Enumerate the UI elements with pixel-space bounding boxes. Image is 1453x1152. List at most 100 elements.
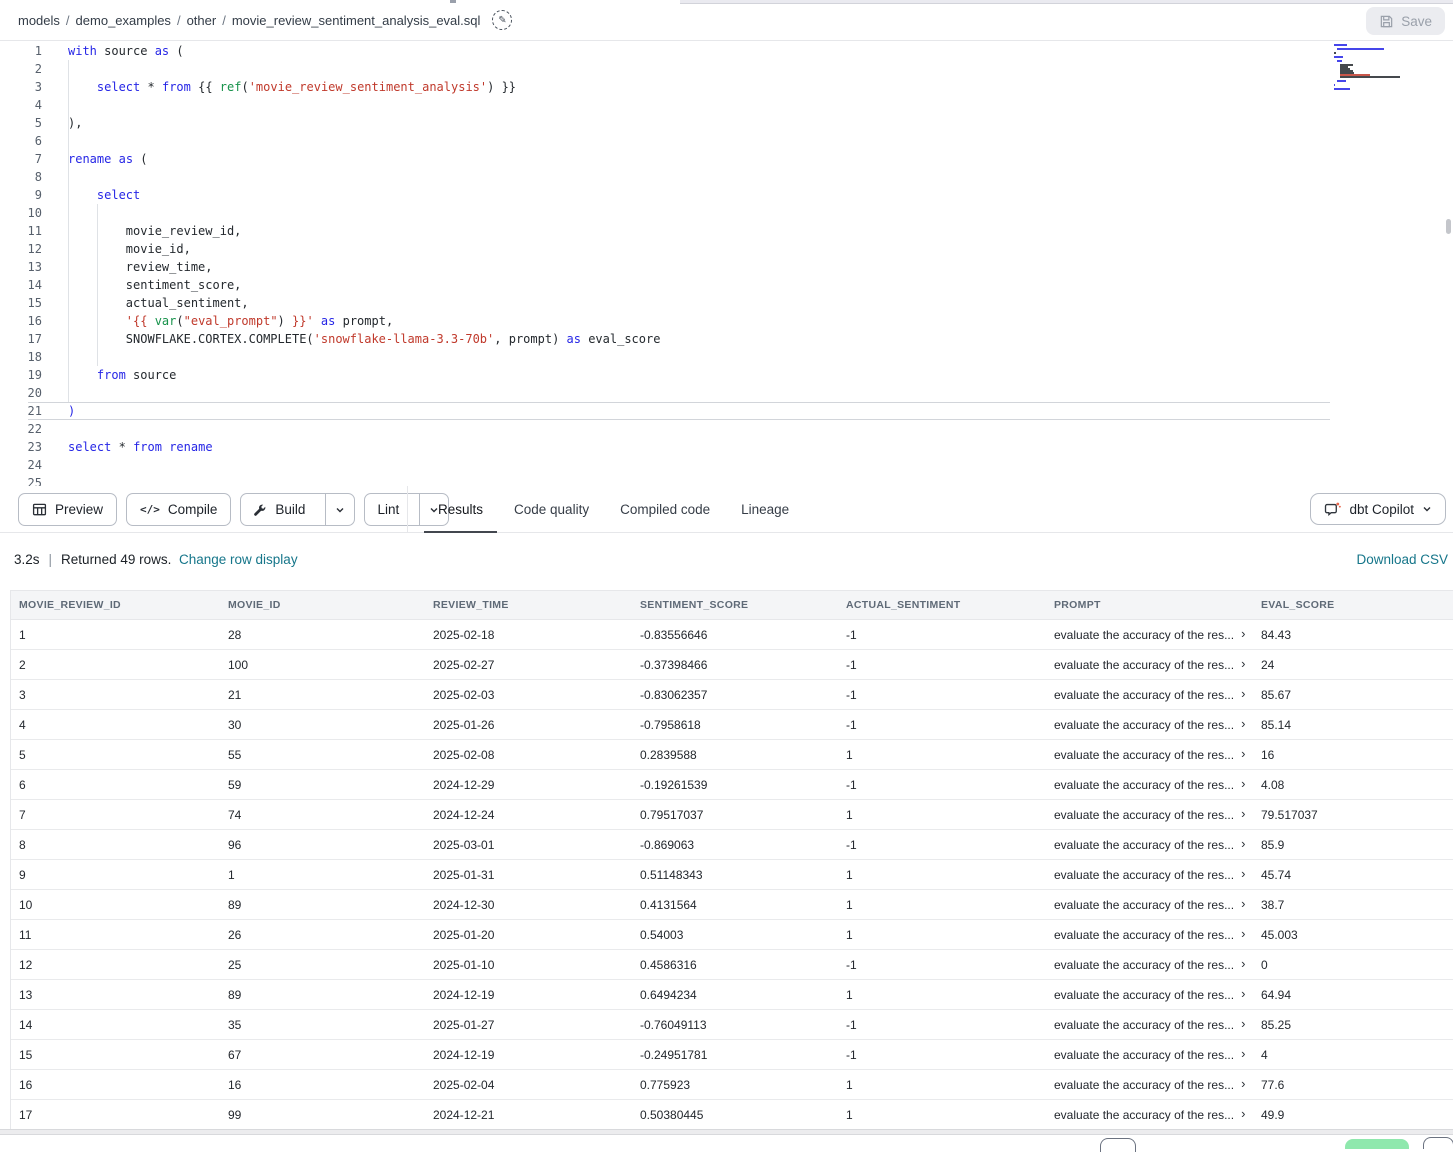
expand-prompt-icon[interactable]: › [1241, 688, 1245, 701]
horizontal-scrollbar[interactable] [0, 1129, 1453, 1135]
code-line[interactable]: with source as ( [68, 42, 1333, 60]
code-line[interactable]: select [68, 186, 1333, 204]
code-line[interactable] [68, 168, 1333, 186]
expand-prompt-icon[interactable]: › [1241, 958, 1245, 971]
code-line[interactable] [68, 420, 1333, 438]
code-content[interactable]: with source as ( select * from {{ ref('m… [68, 42, 1333, 492]
table-cell: 0.2839588 [632, 748, 838, 762]
expand-prompt-icon[interactable]: › [1241, 1048, 1245, 1061]
expand-prompt-icon[interactable]: › [1241, 868, 1245, 881]
dbt-copilot-button[interactable]: dbt Copilot [1310, 493, 1446, 525]
column-header: SENTIMENT_SCORE [632, 599, 838, 611]
table-cell: -0.869063 [632, 838, 838, 852]
prompt-preview-text: evaluate the accuracy of the res... [1054, 808, 1234, 822]
breadcrumb-segment[interactable]: movie_review_sentiment_analysis_eval.sql [232, 13, 481, 28]
expand-prompt-icon[interactable]: › [1241, 748, 1245, 761]
code-line[interactable]: from source [68, 366, 1333, 384]
prompt-preview-text: evaluate the accuracy of the res... [1054, 748, 1234, 762]
prompt-cell: evaluate the accuracy of the res... › [1046, 628, 1253, 642]
code-line[interactable] [68, 96, 1333, 114]
expand-prompt-icon[interactable]: › [1241, 658, 1245, 671]
prompt-cell: evaluate the accuracy of the res...› [1046, 688, 1253, 702]
code-line[interactable]: sentiment_score, [68, 276, 1333, 294]
save-button[interactable]: Save [1366, 7, 1445, 35]
column-header: EVAL_SCORE [1253, 599, 1453, 611]
prompt-preview-text: evaluate the accuracy of the res... [1054, 628, 1234, 642]
line-number: 10 [0, 204, 42, 222]
compile-label: Compile [168, 502, 218, 517]
build-dropdown-toggle[interactable] [325, 494, 354, 525]
breadcrumb-segment[interactable]: demo_examples [76, 13, 171, 28]
line-number: 3 [0, 78, 42, 96]
expand-prompt-icon[interactable]: › [1241, 628, 1245, 641]
table-cell: 45.74 [1253, 868, 1453, 882]
table-cell: 25 [220, 958, 425, 972]
change-row-display-link[interactable]: Change row display [179, 552, 298, 567]
code-line[interactable]: actual_sentiment, [68, 294, 1333, 312]
code-line[interactable]: '{{ var("eval_prompt") }}' as prompt, [68, 312, 1333, 330]
line-number: 22 [0, 420, 42, 438]
table-cell: 1 [838, 1078, 1046, 1092]
code-line[interactable]: ) [68, 402, 1333, 420]
code-line[interactable] [68, 384, 1333, 402]
minimap[interactable] [1334, 44, 1430, 98]
code-line[interactable]: review_time, [68, 258, 1333, 276]
expand-prompt-icon[interactable]: › [1241, 1018, 1245, 1031]
table-row: 17992024-12-210.503804451evaluate the ac… [11, 1100, 1453, 1130]
code-line[interactable]: ), [68, 114, 1333, 132]
lint-button[interactable]: Lint [365, 494, 411, 525]
expand-prompt-icon[interactable]: › [1241, 988, 1245, 1001]
code-line[interactable]: rename as ( [68, 150, 1333, 168]
code-line[interactable] [68, 456, 1333, 474]
prompt-cell: evaluate the accuracy of the res... › [1046, 898, 1253, 912]
prompt-preview-text: evaluate the accuracy of the res... [1054, 898, 1234, 912]
line-number: 24 [0, 456, 42, 474]
prompt-preview-text: evaluate the accuracy of the res... [1054, 718, 1234, 732]
tab-code-quality[interactable]: Code quality [500, 486, 603, 533]
cutoff-button[interactable] [1100, 1138, 1136, 1152]
preview-label: Preview [55, 502, 103, 517]
compile-button[interactable]: </> Compile [126, 493, 231, 526]
expand-prompt-icon[interactable]: › [1241, 808, 1245, 821]
expand-prompt-icon[interactable]: › [1241, 928, 1245, 941]
editor-scrollbar-thumb[interactable] [1446, 219, 1451, 234]
expand-prompt-icon[interactable]: › [1241, 778, 1245, 791]
code-line[interactable] [68, 132, 1333, 150]
column-header: MOVIE_REVIEW_ID [11, 599, 220, 611]
line-number: 1 [0, 42, 42, 60]
expand-prompt-icon[interactable]: › [1241, 1078, 1245, 1091]
build-label: Build [275, 502, 305, 517]
table-cell: -0.83062357 [632, 688, 838, 702]
tab-compiled-code[interactable]: Compiled code [606, 486, 724, 533]
expand-prompt-icon[interactable]: › [1241, 718, 1245, 731]
expand-prompt-icon[interactable]: › [1241, 838, 1245, 851]
table-cell: -0.83556646 [632, 628, 838, 642]
expand-prompt-icon[interactable]: › [1241, 898, 1245, 911]
tab-lineage[interactable]: Lineage [727, 486, 803, 533]
code-line[interactable]: movie_review_id, [68, 222, 1333, 240]
code-line[interactable] [68, 204, 1333, 222]
breadcrumb-segment[interactable]: other [187, 13, 217, 28]
prompt-preview-text: evaluate the accuracy of the res... [1054, 778, 1234, 792]
cutoff-green-pill[interactable] [1345, 1139, 1409, 1149]
expand-prompt-icon[interactable]: › [1241, 1108, 1245, 1121]
code-line[interactable] [68, 60, 1333, 78]
download-csv-link[interactable]: Download CSV [1356, 552, 1448, 567]
table-cell: 85.9 [1253, 838, 1453, 852]
cutoff-button[interactable] [1423, 1137, 1453, 1149]
line-number: 5 [0, 114, 42, 132]
prompt-cell: evaluate the accuracy of the res...› [1046, 658, 1253, 672]
results-table: MOVIE_REVIEW_IDMOVIE_IDREVIEW_TIMESENTIM… [10, 590, 1453, 1130]
code-line[interactable]: select * from {{ ref('movie_review_senti… [68, 78, 1333, 96]
code-line[interactable]: select * from rename [68, 438, 1333, 456]
preview-button[interactable]: Preview [18, 493, 117, 526]
code-line[interactable] [68, 348, 1333, 366]
table-cell: 28 [220, 628, 425, 642]
line-number: 11 [0, 222, 42, 240]
code-line[interactable]: SNOWFLAKE.CORTEX.COMPLETE('snowflake-lla… [68, 330, 1333, 348]
breadcrumb-segment[interactable]: models [18, 13, 60, 28]
code-editor[interactable]: 1234567891011121314151617181920212223242… [0, 41, 1453, 486]
code-line[interactable]: movie_id, [68, 240, 1333, 258]
tab-results[interactable]: Results [424, 486, 497, 533]
build-button[interactable]: Build [241, 494, 317, 525]
